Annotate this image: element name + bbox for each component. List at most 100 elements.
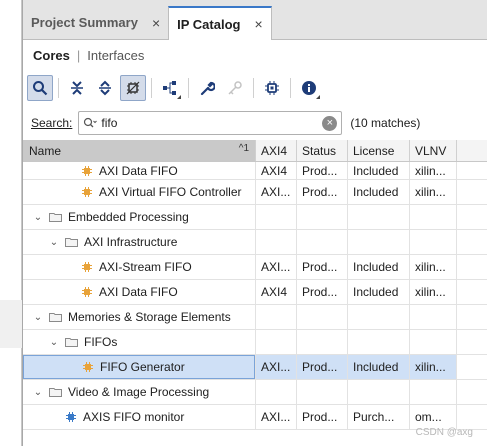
tab-project-summary[interactable]: Project Summary × [23, 6, 168, 39]
dropdown-arrow-icon [316, 95, 320, 99]
name-cell-content: ⌄ Embedded Processing [23, 205, 255, 229]
vlnv-cell [410, 230, 457, 254]
row-name: FIFOs [84, 335, 118, 349]
toolbar [23, 70, 487, 106]
search-row: Search: × (10 matches) [23, 106, 487, 140]
row-name: AXI-Stream FIFO [99, 260, 192, 274]
ip-core-icon [82, 165, 92, 176]
expand-all-icon [99, 80, 111, 96]
column-header-name[interactable]: Name ^1 [23, 140, 256, 161]
name-cell: AXIS FIFO monitor [23, 405, 256, 429]
sort-order: 1 [243, 143, 249, 154]
vlnv-cell: xilin... [410, 355, 457, 379]
subtab-cores[interactable]: Cores [33, 48, 70, 63]
tab-ip-catalog[interactable]: IP Catalog × [168, 6, 272, 40]
chevron-down-icon[interactable]: ⌄ [47, 237, 61, 248]
status-cell [297, 380, 348, 404]
ip-row[interactable]: AXI-Stream FIFO AXI... Prod... Included xili… [23, 255, 487, 280]
tab-bar: Project Summary × IP Catalog × [23, 0, 487, 40]
name-cell: AXI Data FIFO [23, 162, 256, 179]
name-cell-content: AXI Virtual FIFO Controller [23, 180, 255, 204]
ip-row[interactable]: AXI Data FIFO AXI4 Prod... Included xilin... [23, 162, 487, 180]
name-cell: ⌄ Video & Image Processing [23, 380, 256, 404]
ip-row[interactable]: AXI Data FIFO AXI4 Prod... Included xilin... [23, 280, 487, 305]
category-row[interactable]: ⌄ Embedded Processing [23, 205, 487, 230]
search-box[interactable]: × [78, 111, 343, 135]
category-row[interactable]: ⌄ Video & Image Processing [23, 380, 487, 405]
chevron-down-icon[interactable]: ⌄ [31, 312, 45, 323]
chevron-down-icon[interactable]: ⌄ [31, 212, 45, 223]
column-header-label: Name [29, 143, 62, 158]
collapse-all-icon [71, 81, 83, 95]
hierarchy-button[interactable] [157, 75, 183, 101]
license-cell [348, 305, 410, 329]
watermark: CSDN @axg [415, 427, 473, 438]
subtab-separator: | [76, 47, 81, 63]
column-header-status[interactable]: Status [297, 140, 348, 161]
name-cell: ⌄ Memories & Storage Elements [23, 305, 256, 329]
folder-icon [49, 313, 62, 322]
category-row[interactable]: ⌄ Memories & Storage Elements [23, 305, 487, 330]
vlnv-cell: xilin... [410, 162, 457, 179]
name-cell: ⌄ FIFOs [23, 330, 256, 354]
toolbar-separator [58, 78, 59, 98]
toolbar-separator [290, 78, 291, 98]
ip-row[interactable]: FIFO Generator AXI... Prod... Included xilin… [23, 355, 487, 380]
vlnv-cell: om... [410, 405, 457, 429]
ip-row[interactable]: AXI Virtual FIFO Controller AXI... Prod...… [23, 180, 487, 205]
name-cell: ⌄ Embedded Processing [23, 205, 256, 229]
subtab-interfaces[interactable]: Interfaces [87, 48, 144, 63]
status-cell: Prod... [297, 162, 348, 179]
match-count: (10 matches) [350, 116, 421, 130]
name-cell: AXI Data FIFO [23, 280, 256, 304]
close-icon[interactable]: × [254, 16, 262, 32]
column-header-license[interactable]: License [348, 140, 410, 161]
ip-info-button[interactable] [296, 75, 322, 101]
name-cell-content: AXI Data FIFO [23, 280, 255, 304]
ip-core-icon [82, 187, 92, 197]
row-name: AXI Virtual FIFO Controller [99, 185, 242, 199]
axi4-cell: AXI4 [256, 280, 297, 304]
row-name: FIFO Generator [100, 360, 185, 374]
license-cell: Included [348, 162, 410, 179]
status-cell: Prod... [297, 405, 348, 429]
vlnv-cell [410, 205, 457, 229]
column-header-axi4[interactable]: AXI4 [256, 140, 297, 161]
axi4-cell: AXI4 [256, 162, 297, 179]
name-cell-content: ⌄ Memories & Storage Elements [23, 305, 255, 329]
search-button[interactable] [27, 75, 53, 101]
vlnv-cell [410, 330, 457, 354]
filter-button[interactable] [120, 75, 146, 101]
toolbar-separator [151, 78, 152, 98]
search-input[interactable] [101, 116, 302, 130]
ip-core-icon [82, 287, 92, 297]
column-header-vlnv[interactable]: VLNV [410, 140, 457, 161]
vlnv-cell [410, 305, 457, 329]
license-cell: Included [348, 255, 410, 279]
subtab-bar: Cores | Interfaces [23, 40, 487, 70]
expand-all-button[interactable] [92, 75, 118, 101]
license-cell: Included [348, 180, 410, 204]
name-cell-content: ⌄ FIFOs [23, 330, 255, 354]
vlnv-cell [410, 380, 457, 404]
ip-table: Name ^1 AXI4 Status License VLNV AXI Dat… [23, 140, 487, 430]
ip-settings-button[interactable] [259, 75, 285, 101]
chevron-down-icon[interactable]: ⌄ [47, 337, 61, 348]
axi4-cell: AXI... [256, 355, 297, 379]
customize-ip-button[interactable] [194, 75, 220, 101]
row-name: Embedded Processing [68, 210, 189, 224]
category-row[interactable]: ⌄ FIFOs [23, 330, 487, 355]
license-button[interactable] [222, 75, 248, 101]
row-name: AXIS FIFO monitor [83, 410, 185, 424]
row-name: Memories & Storage Elements [68, 310, 231, 324]
category-row[interactable]: ⌄ AXI Infrastructure [23, 230, 487, 255]
chevron-down-icon[interactable]: ⌄ [31, 387, 45, 398]
axi4-cell [256, 330, 297, 354]
name-cell: FIFO Generator [23, 355, 256, 379]
license-cell [348, 230, 410, 254]
collapse-all-button[interactable] [64, 75, 90, 101]
close-icon[interactable]: × [152, 15, 160, 31]
name-cell-content: ⌄ AXI Infrastructure [23, 230, 255, 254]
clear-search-icon[interactable]: × [322, 116, 338, 131]
status-cell [297, 330, 348, 354]
